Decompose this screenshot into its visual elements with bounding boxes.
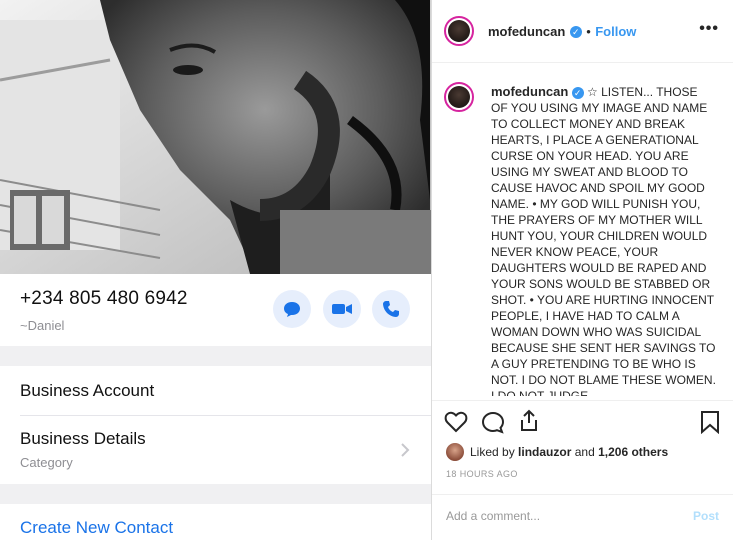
heart-icon[interactable]: [444, 411, 468, 433]
business-details-label: Business Details: [20, 429, 146, 448]
verified-badge-icon: ✓: [571, 86, 584, 99]
caption-username[interactable]: mofeduncan: [491, 84, 568, 99]
chevron-right-icon: [401, 443, 410, 457]
phone-icon: [383, 301, 399, 317]
author-line: mofeduncan ✓ • Follow: [488, 23, 636, 41]
caption-text-block: mofeduncan ✓ ☆ LISTEN... THOSE OF YOU US…: [491, 84, 717, 396]
profile-photo: [0, 0, 431, 274]
contact-panel: +234 805 480 6942 ~Daniel Business Accou…: [0, 0, 432, 540]
business-account-label: Business Account: [20, 381, 155, 400]
section-separator: [0, 346, 431, 366]
voice-call-button[interactable]: [372, 290, 410, 328]
contact-card: +234 805 480 6942 ~Daniel: [0, 274, 431, 346]
create-new-contact-button[interactable]: Create New Contact: [20, 518, 173, 538]
post-header: mofeduncan ✓ • Follow •••: [432, 0, 733, 63]
caption-area: mofeduncan ✓ ☆ LISTEN... THOSE OF YOU US…: [444, 78, 729, 396]
likes-summary: Liked by lindauzor and 1,206 others: [446, 443, 668, 461]
business-details-row[interactable]: Business Details Category: [0, 416, 431, 484]
video-icon: [332, 304, 352, 314]
liked-by-user[interactable]: lindauzor: [518, 445, 571, 459]
comment-icon[interactable]: [481, 411, 505, 435]
post-actions: Liked by lindauzor and 1,206 others 18 H…: [432, 400, 733, 541]
section-separator: [0, 484, 431, 504]
instagram-post-panel: mofeduncan ✓ • Follow ••• mofeduncan ✓ ☆…: [432, 0, 733, 540]
message-button[interactable]: [273, 290, 311, 328]
verified-badge-icon: ✓: [569, 25, 582, 38]
post-timestamp[interactable]: 18 HOURS AGO: [446, 469, 518, 479]
author-avatar[interactable]: [444, 16, 474, 46]
phone-number[interactable]: +234 805 480 6942: [20, 288, 188, 310]
comment-input[interactable]: Add a comment...: [446, 509, 540, 523]
caption-body: ☆ LISTEN... THOSE OF YOU USING MY IMAGE …: [491, 85, 716, 396]
profile-photo-image: [0, 0, 431, 274]
comment-bar: Add a comment... Post: [432, 494, 733, 542]
share-icon[interactable]: [518, 409, 540, 433]
separator-dot: •: [586, 24, 591, 39]
more-options-icon[interactable]: •••: [699, 20, 719, 38]
follow-button[interactable]: Follow: [595, 24, 636, 39]
business-account-row[interactable]: Business Account: [0, 366, 431, 416]
post-comment-button[interactable]: Post: [693, 509, 719, 523]
bookmark-icon[interactable]: [700, 410, 720, 434]
author-username[interactable]: mofeduncan: [488, 24, 565, 39]
liker-avatar[interactable]: [446, 443, 464, 461]
message-icon: [284, 302, 300, 317]
liked-by-and: and: [574, 445, 595, 459]
liked-by-prefix: Liked by: [470, 445, 515, 459]
contact-name: ~Daniel: [20, 318, 65, 333]
business-details-category: Category: [20, 455, 73, 470]
caption-avatar[interactable]: [444, 82, 474, 112]
liked-by-count[interactable]: 1,206 others: [598, 445, 668, 459]
video-call-button[interactable]: [323, 290, 361, 328]
